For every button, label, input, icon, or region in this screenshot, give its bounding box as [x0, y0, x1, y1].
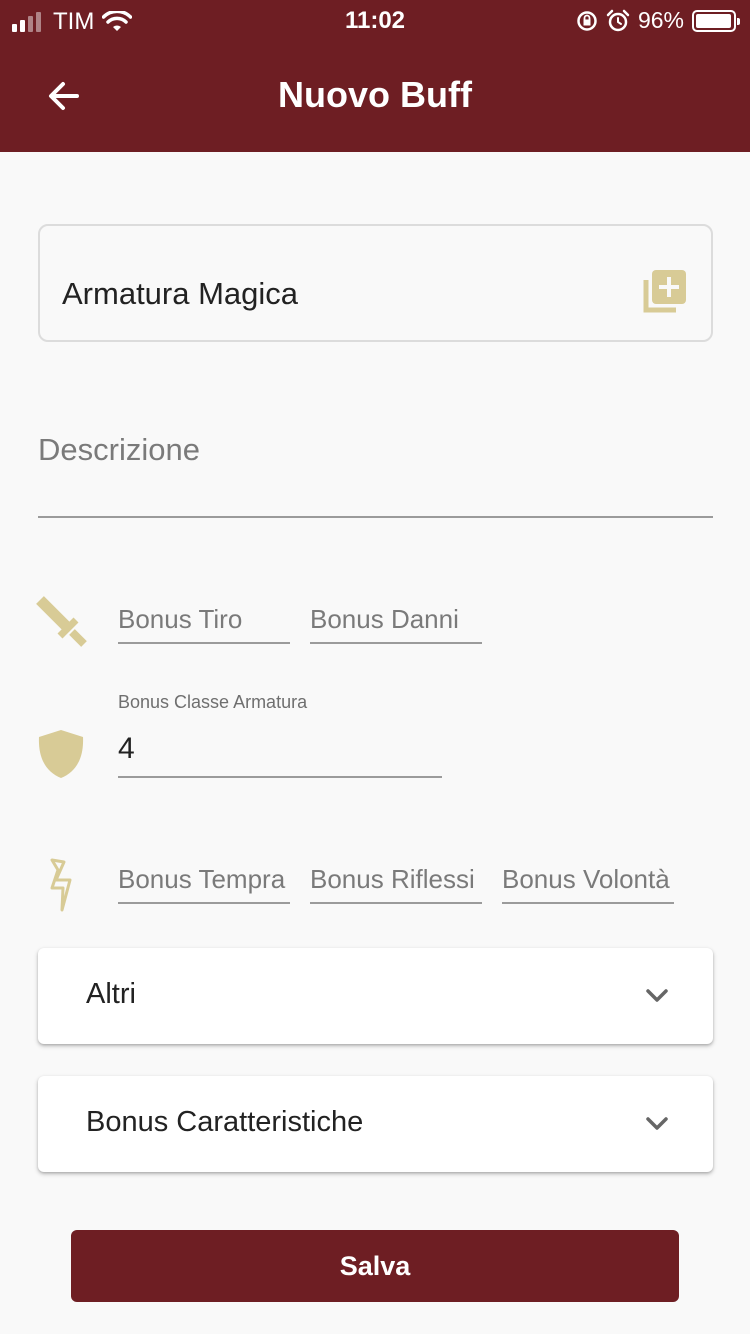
chevron-down-icon[interactable]	[645, 1112, 669, 1136]
alarm-icon	[606, 9, 630, 31]
armor-class-label: Bonus Classe Armatura	[118, 692, 308, 712]
lightning-icon	[50, 858, 72, 912]
page-title: Nuovo Buff	[278, 74, 472, 115]
bonus-tiro-field[interactable]: Bonus Tiro	[118, 604, 290, 644]
sword-icon	[36, 596, 87, 647]
armor-class-value: 4	[118, 732, 135, 765]
bonus-tiro-placeholder: Bonus Tiro	[118, 604, 243, 634]
bonus-tempra-field[interactable]: Bonus Tempra	[118, 864, 290, 904]
status-right: 96%	[576, 7, 740, 34]
description-placeholder: Descrizione	[38, 432, 200, 467]
buff-name-value: Armatura Magica	[62, 276, 299, 311]
library-add-icon[interactable]	[642, 268, 688, 314]
status-bar: TIM 11:02 96%	[0, 0, 750, 40]
battery-percent: 96%	[637, 7, 684, 33]
bonus-tempra-placeholder: Bonus Tempra	[118, 864, 286, 894]
battery-fill	[696, 13, 731, 28]
app-bar: Nuovo Buff	[0, 40, 750, 152]
panel-altri-title: Altri	[86, 978, 136, 1010]
buff-name-card[interactable]: Armatura Magica	[38, 224, 713, 342]
battery-icon	[692, 9, 740, 32]
chevron-down-icon[interactable]	[645, 984, 669, 1008]
panel-bonus-caratteristiche-title: Bonus Caratteristiche	[86, 1106, 364, 1138]
bonus-danni-field[interactable]: Bonus Danni	[310, 604, 482, 644]
panel-altri[interactable]: Altri	[38, 948, 713, 1044]
orientation-lock-icon	[577, 10, 597, 31]
bonus-volonta-placeholder: Bonus Volontà	[502, 864, 670, 894]
save-button-label: Salva	[339, 1250, 411, 1281]
bonus-riflessi-field[interactable]: Bonus Riflessi	[310, 864, 482, 904]
shield-icon	[38, 730, 84, 778]
panel-bonus-caratteristiche[interactable]: Bonus Caratteristiche	[38, 1076, 713, 1172]
armor-class-field[interactable]: 4	[118, 732, 442, 778]
bonus-danni-placeholder: Bonus Danni	[310, 604, 459, 634]
bonus-riflessi-placeholder: Bonus Riflessi	[310, 864, 475, 894]
save-button[interactable]: Salva	[71, 1230, 679, 1302]
description-field[interactable]: Descrizione	[38, 430, 713, 518]
bonus-volonta-field[interactable]: Bonus Volontà	[502, 864, 674, 904]
